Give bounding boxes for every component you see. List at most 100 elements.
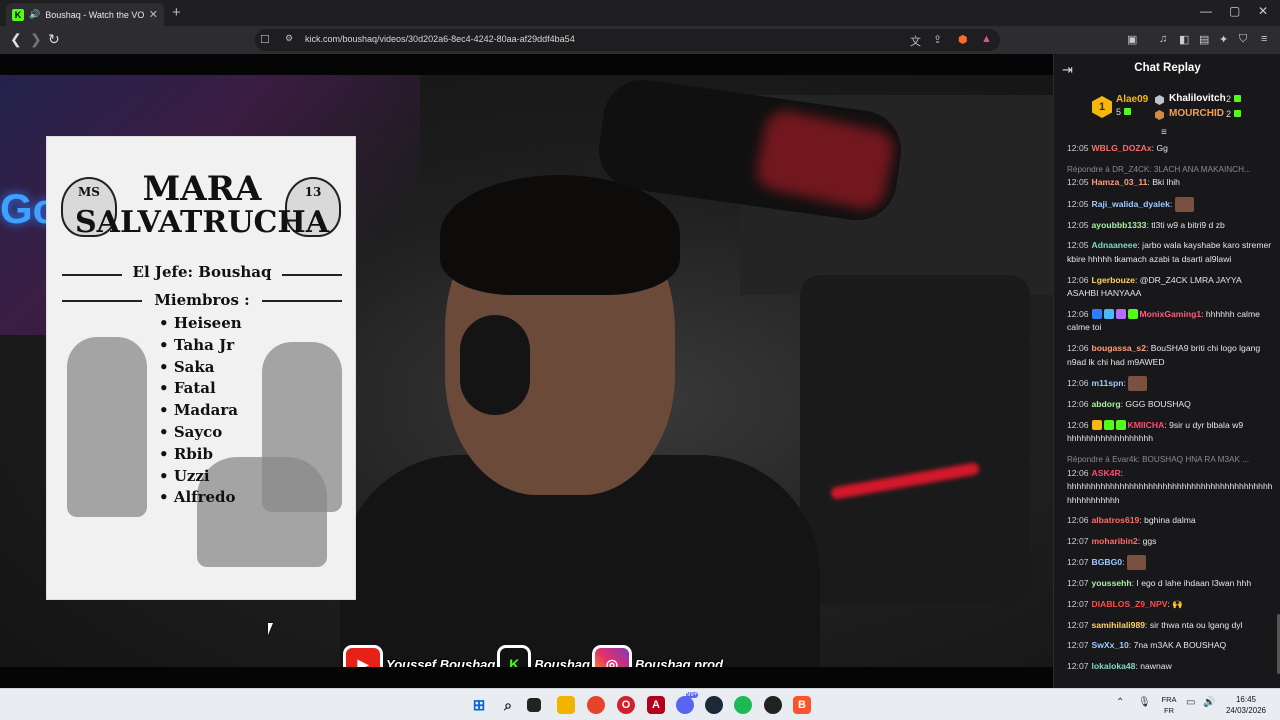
share-icon[interactable]: ⇪ bbox=[933, 33, 942, 46]
chat-message[interactable]: 12:05 WBLG_DOZAx: Gg bbox=[1067, 142, 1273, 156]
poster-title-line2: SALVATRUCHA bbox=[75, 205, 329, 240]
message-username[interactable]: Lgerbouze bbox=[1092, 275, 1135, 285]
message-timestamp: 12:06 bbox=[1067, 419, 1089, 430]
leaderboard-second-count: 2 bbox=[1226, 94, 1242, 104]
leo-ai-icon[interactable]: ✦ bbox=[1219, 33, 1228, 46]
leaderboard-third-name[interactable]: MOURCHID bbox=[1169, 108, 1224, 119]
address-bar[interactable]: ☐ ⚙ kick.com/boushaq/videos/30d202a6-8ec… bbox=[255, 29, 1000, 51]
discord-icon[interactable] bbox=[676, 696, 694, 714]
chat-message[interactable]: 12:07 youssehh: I ego d lahe ihdaan l3wan… bbox=[1067, 577, 1273, 591]
site-info-icon[interactable]: ⚙ bbox=[285, 33, 293, 44]
gift-icon bbox=[1234, 95, 1242, 102]
message-username[interactable]: albatros619 bbox=[1092, 515, 1140, 525]
input-language[interactable]: FRA FR bbox=[1158, 694, 1180, 716]
leaderboard-second-name[interactable]: Khalilovitch bbox=[1169, 93, 1226, 104]
chat-message[interactable]: 12:05 Adnaaneee: jarbo wala kayshabe karo… bbox=[1067, 239, 1273, 266]
chat-message[interactable]: 12:07 moharibin2: ggs bbox=[1067, 535, 1273, 549]
message-username[interactable]: ASK4R bbox=[1092, 468, 1121, 478]
translate-icon[interactable]: 文 bbox=[910, 33, 921, 49]
chat-message[interactable]: 12:05 Raji_walida_dyalek: bbox=[1067, 196, 1273, 212]
message-text: Gg bbox=[1156, 143, 1168, 153]
chat-message[interactable]: 12:07 lokaloka48: nawnaw bbox=[1067, 660, 1273, 674]
chat-message[interactable]: 12:07 SwXx_10: 7na m3AK A BOUSHAQ bbox=[1067, 639, 1273, 653]
sidebar-panel-icon[interactable]: ▣ bbox=[1127, 33, 1137, 46]
adobe-icon[interactable]: A bbox=[647, 696, 665, 714]
tab-close-icon[interactable]: ✕ bbox=[149, 8, 158, 21]
brave-browser-icon[interactable]: B bbox=[793, 696, 811, 714]
user-badge-icon bbox=[1103, 309, 1114, 320]
chat-message[interactable]: 12:06 ASK4R: hhhhhhhhhhhhhhhhhhhhhhhhhhhh… bbox=[1067, 467, 1273, 508]
chat-message[interactable]: 12:06 abdorg: GGG BOUSHAQ bbox=[1067, 398, 1273, 412]
brave-shields-icon[interactable]: ⬢ bbox=[958, 33, 968, 46]
message-text: 🙌 bbox=[1172, 599, 1183, 610]
chat-message[interactable]: 12:07 samihilali989: sir thwa nta ou lgan… bbox=[1067, 619, 1273, 633]
microphone-tray-icon[interactable]: 🎙 bbox=[1138, 697, 1151, 708]
task-view-icon[interactable] bbox=[527, 698, 541, 712]
chat-message[interactable]: 12:07 DIABLOS_Z9_NPV: 🙌 bbox=[1067, 598, 1273, 612]
steam-icon[interactable] bbox=[705, 696, 723, 714]
chat-message[interactable]: 12:06 MonixGaming1: hhhhhh calme calme to… bbox=[1067, 308, 1273, 335]
obs-icon[interactable] bbox=[764, 696, 782, 714]
back-arrow-icon[interactable]: ❮ bbox=[10, 31, 22, 48]
spotify-icon[interactable] bbox=[734, 696, 752, 714]
message-username[interactable]: KMIICHA bbox=[1128, 420, 1165, 430]
message-username[interactable]: m11spn bbox=[1092, 378, 1124, 388]
message-username[interactable]: abdorg bbox=[1092, 399, 1121, 409]
message-username[interactable]: youssehh bbox=[1092, 578, 1132, 588]
bookmark-icon[interactable]: ☐ bbox=[260, 33, 270, 46]
chat-message[interactable]: 12:06 KMIICHA: 9sir u dyr blbala w9 hhhhh… bbox=[1067, 419, 1273, 446]
chat-message[interactable]: 12:07 BGBG0: bbox=[1067, 555, 1273, 571]
chat-message[interactable]: 12:05 ayoubbb1333: tl3ti w9 a bitri9 d zb bbox=[1067, 219, 1273, 233]
maximize-button[interactable]: ▢ bbox=[1229, 4, 1240, 18]
wallet-icon[interactable]: ▤ bbox=[1199, 33, 1209, 46]
search-icon[interactable]: ⌕ bbox=[499, 696, 517, 714]
volume-icon[interactable]: 🔊 bbox=[1203, 697, 1215, 708]
close-window-button[interactable]: ✕ bbox=[1258, 4, 1268, 18]
message-username[interactable]: Raji_walida_dyalek bbox=[1092, 199, 1170, 209]
message-username[interactable]: MonixGaming1 bbox=[1140, 309, 1202, 319]
chat-filter-icon[interactable]: ≡ bbox=[1161, 127, 1167, 138]
message-text: tl3ti w9 a bitri9 d zb bbox=[1151, 219, 1225, 230]
minimize-button[interactable]: — bbox=[1200, 4, 1212, 18]
sidebar-toggle-icon[interactable]: ◧ bbox=[1179, 33, 1189, 46]
message-username[interactable]: moharibin2 bbox=[1092, 536, 1138, 546]
audio-playing-icon[interactable]: 🔊 bbox=[29, 9, 40, 20]
reload-icon[interactable]: ↻ bbox=[48, 31, 60, 48]
message-username[interactable]: Hamza_03_11 bbox=[1092, 177, 1148, 187]
message-username[interactable]: SwXx_10 bbox=[1092, 640, 1129, 650]
video-player[interactable]: Go MS 13 MARA SALVATRUCHA El Jefe: Boush… bbox=[0, 54, 1053, 688]
message-text: Bki lhih bbox=[1152, 177, 1180, 188]
message-text: bghina dalma bbox=[1144, 515, 1196, 526]
windows-start-icon[interactable]: ⊞ bbox=[470, 696, 488, 714]
system-clock[interactable]: 16:45 24/03/2026 bbox=[1224, 694, 1268, 716]
forward-arrow-icon[interactable]: ❯ bbox=[30, 31, 42, 48]
message-username[interactable]: bougassa_s2 bbox=[1092, 343, 1146, 353]
poster-jefe: El Jefe: Boushaq bbox=[132, 263, 272, 281]
message-username[interactable]: WBLG_DOZAx bbox=[1092, 143, 1152, 153]
chat-message[interactable]: 12:06 bougassa_s2: BouSHA9 briti chi logo… bbox=[1067, 342, 1273, 369]
file-explorer-icon[interactable] bbox=[557, 696, 575, 714]
message-username[interactable]: ayoubbb1333 bbox=[1092, 220, 1147, 230]
leaderboard-first-name[interactable]: Alae09 bbox=[1116, 94, 1148, 105]
message-username[interactable]: BGBG0 bbox=[1092, 557, 1123, 567]
chat-message[interactable]: 12:06 Lgerbouze: @DR_Z4CK LMRA JAYYA ASAH… bbox=[1067, 274, 1273, 301]
chat-message[interactable]: 12:06 albatros619: bghina dalma bbox=[1067, 514, 1273, 528]
message-username[interactable]: lokaloka48 bbox=[1092, 661, 1136, 671]
message-username[interactable]: samihilali989 bbox=[1092, 620, 1146, 630]
chrome-icon[interactable] bbox=[587, 696, 605, 714]
opera-icon[interactable]: O bbox=[617, 696, 635, 714]
kick-handle: Boushaq bbox=[534, 656, 590, 668]
url-text[interactable]: kick.com/boushaq/videos/30d202a6-8ec4-42… bbox=[305, 34, 575, 44]
message-username[interactable]: DIABLOS_Z9_NPV bbox=[1092, 599, 1168, 609]
menu-icon[interactable]: ≡ bbox=[1261, 33, 1267, 45]
vpn-shield-icon[interactable]: ⛉ bbox=[1239, 33, 1247, 46]
chat-message[interactable]: 12:06 m11spn: bbox=[1067, 376, 1273, 392]
tray-overflow-icon[interactable]: ⌃ bbox=[1116, 697, 1124, 708]
chat-message[interactable]: 12:05 Hamza_03_11: Bki lhih bbox=[1067, 176, 1273, 190]
browser-tab-active[interactable]: K 🔊 Boushaq - Watch the VOD on Kick ✕ bbox=[6, 3, 164, 26]
network-icon[interactable]: ▭ bbox=[1186, 697, 1195, 708]
music-icon[interactable]: ♫ bbox=[1159, 33, 1167, 45]
message-username[interactable]: Adnaaneee bbox=[1092, 240, 1138, 250]
new-tab-button[interactable]: + bbox=[172, 4, 181, 21]
brave-rewards-icon[interactable]: ▲ bbox=[981, 33, 992, 45]
